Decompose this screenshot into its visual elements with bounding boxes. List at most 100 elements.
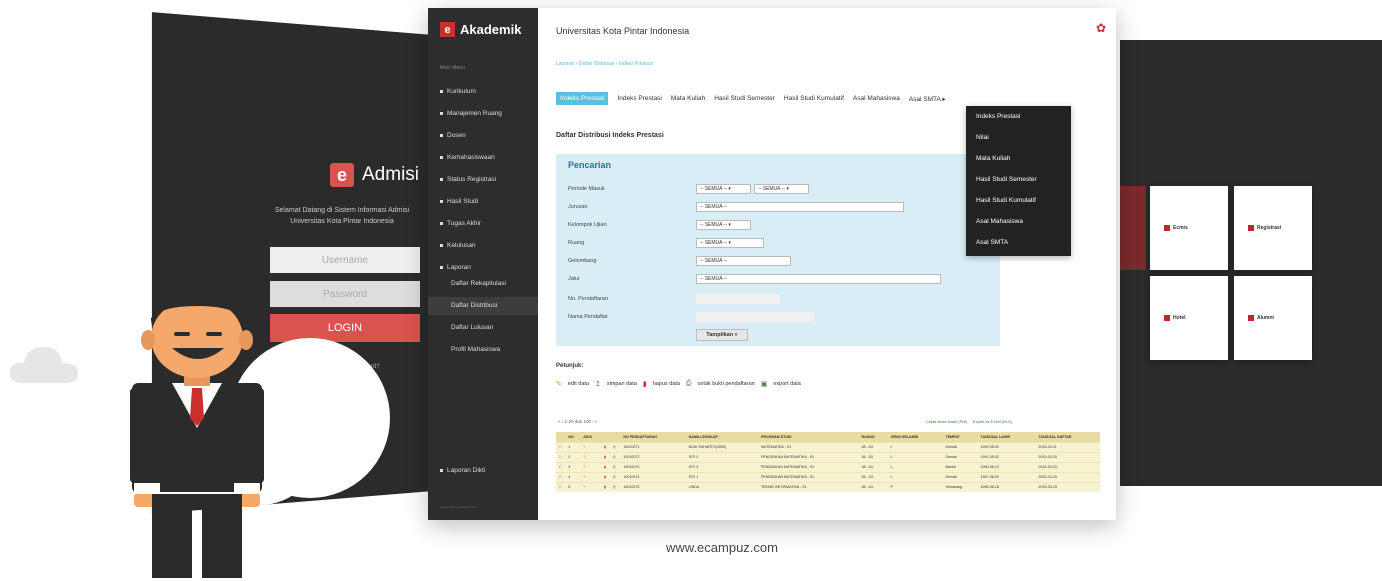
print-attendance-link[interactable]: Cetak Bukti Hadir (Pdf) <box>926 419 967 424</box>
tab-indeks-prestasi-active[interactable]: Indeks Prestasi <box>556 92 609 105</box>
table-cell: 1997-08-09 <box>977 471 1036 482</box>
dropdown-item[interactable]: Indeks Prestasi <box>976 113 1020 120</box>
breadcrumb[interactable]: Laporan › Daftar Distribusi › Indeks Pre… <box>556 61 653 67</box>
periode-masuk-select-2[interactable]: -- SEMUA -- ▾ <box>754 184 809 194</box>
checkbox-icon[interactable]: □ <box>556 481 566 492</box>
footer-url[interactable]: www.ecampuz.com <box>666 540 778 555</box>
print-icon[interactable]: ⎙ <box>609 441 621 452</box>
field-label: Jurusan <box>568 204 588 210</box>
sidebar-subitem-profil[interactable]: Profil Mahasiswa <box>451 346 500 353</box>
legend-label: simpan data <box>606 381 637 387</box>
table-row: □ 2 ✎ ▮ ⎙ 10010072 SITI 2 PENDIDIKAN MATEMATIKA… <box>556 451 1100 462</box>
ruang-select[interactable]: -- SEMUA -- ▾ <box>696 238 764 248</box>
jalur-select[interactable]: -- SEMUA -- <box>696 274 941 284</box>
checkbox-icon[interactable]: □ <box>556 471 566 482</box>
trash-icon[interactable]: ▮ <box>600 481 610 492</box>
trash-icon[interactable]: ▮ <box>600 451 610 462</box>
table-row: □ 5 ✎ ▮ ⎙ 10010075 LINDA TEKNIK INFORMATIKA - S… <box>556 481 1100 492</box>
print-icon[interactable]: ⎙ <box>609 461 621 472</box>
sidebar-item-kurikulum[interactable]: Kurikulum <box>440 88 476 95</box>
sidebar-item-status-registrasi[interactable]: Status Registrasi <box>440 176 496 183</box>
tab-hasil-studi-kumulatif[interactable]: Hasil Studi Kumulatif <box>784 95 844 102</box>
dropdown-item[interactable]: Nilai <box>976 134 989 141</box>
sidebar-item-laporan[interactable]: Laporan <box>440 264 471 271</box>
username-input[interactable]: Username <box>270 247 420 273</box>
sidebar-subitem-distribusi[interactable]: Daftar Distribusi <box>451 302 497 309</box>
login-button[interactable]: LOGIN <box>270 314 420 342</box>
sidebar-item-tugas-akhir[interactable]: Tugas Akhir <box>440 220 481 227</box>
sidebar-item-label: Laporan Dikti <box>447 467 486 474</box>
table-cell: 2 <box>565 451 581 462</box>
table-cell: 10010074 <box>620 471 686 482</box>
field-label: Jalur <box>568 276 580 282</box>
save-icon: ↥ <box>594 381 601 388</box>
periode-masuk-select[interactable]: -- SEMUA -- ▾ <box>696 184 751 194</box>
password-input[interactable]: Password <box>270 281 420 307</box>
dropdown-item[interactable]: Hasil Studi Kumulatif <box>976 197 1036 204</box>
dropdown-item[interactable]: Hasil Studi Semester <box>976 176 1037 183</box>
print-icon[interactable]: ⎙ <box>609 471 621 482</box>
sidebar-item-laporan-dikti[interactable]: Laporan Dikti <box>440 467 485 474</box>
trash-icon: ▮ <box>642 381 647 388</box>
col-header: NO <box>565 432 581 442</box>
col-header: NAMA LENGKAP <box>685 432 758 442</box>
pencil-icon[interactable]: ✎ <box>580 481 601 492</box>
export-excel-link[interactable]: Export ke Excel (XLS) <box>973 419 1012 424</box>
pencil-icon[interactable]: ✎ <box>580 461 601 472</box>
sidebar-item-label: Hasil Studi <box>447 198 479 205</box>
brand-name: Akademik <box>460 22 522 37</box>
table-cell: L <box>887 441 943 452</box>
gear-icon[interactable]: ✿ <box>1096 21 1106 35</box>
tile-label: Alumni <box>1257 315 1274 321</box>
trash-icon[interactable]: ▮ <box>600 441 610 452</box>
sidebar-item-hasil-studi[interactable]: Hasil Studi <box>440 198 478 205</box>
tab-asal-mahasiswa[interactable]: Asal Mahasiswa <box>853 95 900 102</box>
checkbox-icon[interactable]: □ <box>556 461 566 472</box>
sidebar-item-dosen[interactable]: Dosen <box>440 132 466 139</box>
gelombang-select[interactable]: -- SEMUA -- <box>696 256 791 266</box>
trash-icon[interactable]: ▮ <box>600 461 610 472</box>
col-header <box>600 432 610 442</box>
table-cell: 10010073 <box>620 461 686 472</box>
tab-hasil-studi-semester[interactable]: Hasil Studi Semester <box>714 95 775 102</box>
checkbox-icon[interactable]: □ <box>556 441 566 452</box>
sidebar-subitem-lulusan[interactable]: Daftar Lulusan <box>451 324 493 331</box>
table-cell: L <box>887 471 943 482</box>
no-pendaftaran-input[interactable] <box>696 294 780 304</box>
search-title: Pencarian <box>568 160 612 170</box>
col-header: RUANG <box>858 432 888 442</box>
dropdown-item[interactable]: Asal Mahasiswa <box>976 218 1023 225</box>
checkbox-icon[interactable]: □ <box>556 451 566 462</box>
tab-indeks-prestasi[interactable]: Indeks Prestasi <box>617 95 661 102</box>
dropdown-item[interactable]: Asal SMTA <box>976 239 1008 246</box>
col-header: PROGRAM STUDI <box>757 432 859 442</box>
tampilkan-button[interactable]: Tampilkan » <box>696 329 748 341</box>
kelompok-ujian-select[interactable]: -- SEMUA -- ▾ <box>696 220 751 230</box>
col-header: JENIS KELAMIN <box>887 432 943 442</box>
table-cell: SITI 1 <box>685 471 758 482</box>
tile-label: Registrasi <box>1257 225 1282 231</box>
cloud-icon <box>9 347 78 383</box>
nama-pendaftar-input[interactable] <box>696 312 814 322</box>
pencil-icon[interactable]: ✎ <box>580 441 601 452</box>
trash-icon[interactable]: ▮ <box>600 471 610 482</box>
field-label: Kelompok Ujian <box>568 222 607 228</box>
legend-label: edit data <box>567 381 589 387</box>
tab-asal-smta[interactable]: Asal SMTA ▸ <box>909 95 946 103</box>
sidebar-item-kemahasiswaan[interactable]: Kemahasiswaan <box>440 154 495 161</box>
dropdown-item[interactable]: Mata Kuliah <box>976 155 1010 162</box>
jurusan-select[interactable]: -- SEMUA -- <box>696 202 904 212</box>
main-content: Universitas Kota Pintar Indonesia ✿ Lapo… <box>538 8 1116 520</box>
tab-mata-kuliah[interactable]: Mata Kuliah <box>671 95 705 102</box>
pagination[interactable]: « ‹ 1-20 dari 100 › » <box>558 419 598 424</box>
sidebar-item-kelulusan[interactable]: Kelulusan <box>440 242 476 249</box>
sidebar-item-manajemen-ruang[interactable]: Manajemen Ruang <box>440 110 502 117</box>
table-cell: TEKNIK INFORMATIKA - S1 <box>757 481 859 492</box>
sidebar-subitem-rekapitulasi[interactable]: Daftar Rekapitulasi <box>451 280 506 287</box>
print-icon[interactable]: ⎙ <box>609 451 621 462</box>
pencil-icon[interactable]: ✎ <box>580 471 601 482</box>
pencil-icon[interactable]: ✎ <box>580 451 601 462</box>
print-icon[interactable]: ⎙ <box>609 481 621 492</box>
section-title: Daftar Distribusi Indeks Prestasi <box>556 132 664 139</box>
results-table: NO AKSI NO PENDAFTARAN NAMA LENGKAP PROG… <box>556 432 1100 492</box>
